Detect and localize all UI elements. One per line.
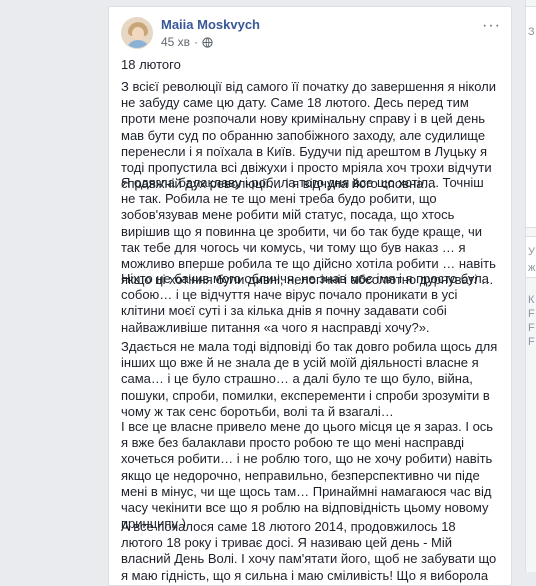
post-meta: 45 хв · bbox=[161, 35, 213, 49]
post-card: Maiia Moskvych 45 хв · ··· 18 лютого З в… bbox=[108, 6, 512, 586]
right-sidebar: З У ж К F F F bbox=[525, 0, 536, 572]
author-avatar[interactable] bbox=[121, 17, 153, 49]
more-options-icon[interactable]: ··· bbox=[482, 17, 501, 35]
sidebar-text: F bbox=[528, 322, 535, 334]
sidebar-text: К bbox=[528, 294, 535, 306]
post-paragraph: І все це власне привело мене до цього мі… bbox=[121, 419, 494, 532]
author-name[interactable]: Maiia Moskvych bbox=[161, 17, 260, 32]
sidebar-text: У bbox=[528, 246, 535, 258]
post-paragraph: А все почалося саме 18 лютого 2014, прод… bbox=[121, 519, 497, 585]
sidebar-text: З bbox=[528, 26, 535, 38]
post-timestamp[interactable]: 45 хв bbox=[161, 35, 190, 49]
sidebar-text: ж bbox=[528, 262, 536, 274]
post-paragraph: Здається не мала тоді відповіді бо так д… bbox=[121, 339, 498, 419]
globe-icon[interactable] bbox=[202, 36, 213, 48]
sidebar-text: F bbox=[528, 336, 535, 348]
separator-dot: · bbox=[194, 35, 199, 49]
sidebar-card bbox=[526, 6, 536, 228]
left-gutter bbox=[0, 0, 108, 572]
sidebar-text: F bbox=[528, 308, 535, 320]
post-paragraph: Ніхто не бачив мого обличчя, не знав моє… bbox=[121, 271, 489, 335]
post-paragraph: 18 лютого bbox=[121, 57, 181, 72]
